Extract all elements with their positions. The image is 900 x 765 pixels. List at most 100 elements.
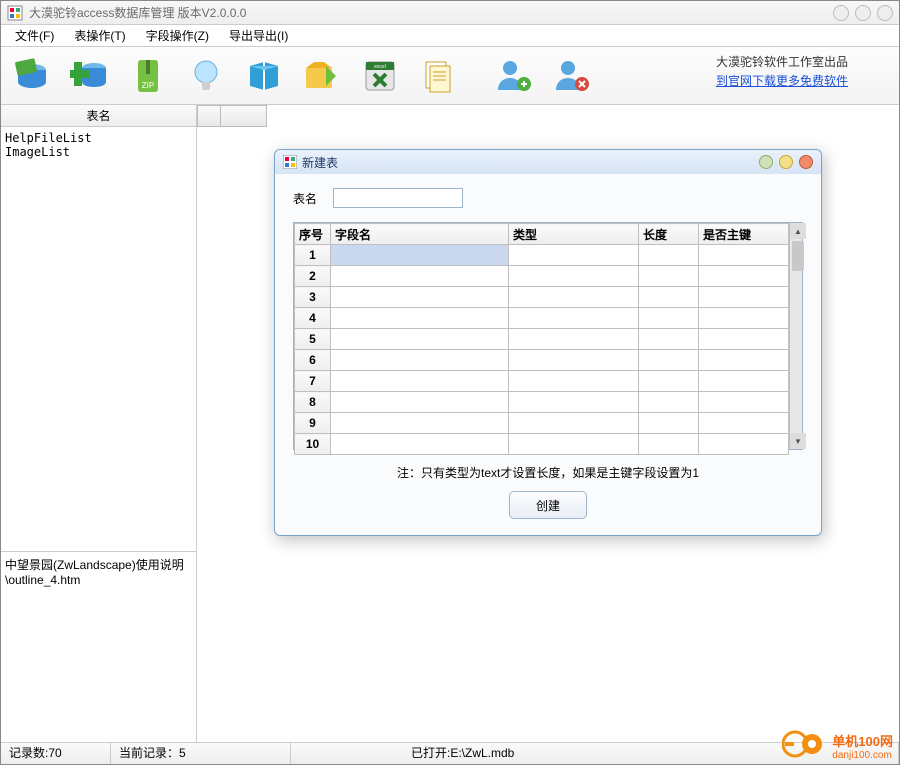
menu-table-ops[interactable]: 表操作(T) [64,25,135,46]
cell-index[interactable]: 3 [295,287,331,308]
cell-name[interactable] [331,371,509,392]
cell-pk[interactable] [699,329,789,350]
grid-row[interactable]: 3 [295,287,789,308]
toolbar-excel-icon[interactable]: excel [357,53,403,99]
promo-link[interactable]: 到官网下载更多免费软件 [716,74,848,88]
cell-length[interactable] [639,245,699,266]
cell-index[interactable]: 2 [295,266,331,287]
toolbar-zip-icon[interactable]: ZIP [125,53,171,99]
table-list[interactable]: HelpFileList ImageList [1,127,196,552]
toolbar-folder-export-icon[interactable] [299,53,345,99]
toolbar-book-icon[interactable] [241,53,287,99]
cell-length[interactable] [639,434,699,455]
cell-type[interactable] [509,287,639,308]
cell-pk[interactable] [699,434,789,455]
scroll-thumb[interactable] [792,241,804,271]
cell-pk[interactable] [699,392,789,413]
grid-scrollbar[interactable]: ▲ ▼ [789,223,802,449]
cell-length[interactable] [639,287,699,308]
cell-index[interactable]: 5 [295,329,331,350]
cell-length[interactable] [639,308,699,329]
grid-row[interactable]: 1 [295,245,789,266]
cell-length[interactable] [639,350,699,371]
cell-pk[interactable] [699,245,789,266]
cell-index[interactable]: 6 [295,350,331,371]
cell-index[interactable]: 7 [295,371,331,392]
table-name-input[interactable] [333,188,463,208]
window-maximize-button[interactable] [855,5,871,21]
cell-length[interactable] [639,413,699,434]
grid-row[interactable]: 2 [295,266,789,287]
cell-index[interactable]: 9 [295,413,331,434]
cell-pk[interactable] [699,350,789,371]
create-button[interactable]: 创建 [509,491,587,519]
watermark-line1: 单机100网 [832,731,893,750]
menu-export[interactable]: 导出导出(I) [219,25,298,46]
cell-pk[interactable] [699,413,789,434]
window-close-button[interactable] [877,5,893,21]
col-type[interactable]: 类型 [509,224,639,245]
cell-index[interactable]: 1 [295,245,331,266]
dialog-close-button[interactable] [799,155,813,169]
dialog-titlebar[interactable]: 新建表 [275,150,821,174]
cell-type[interactable] [509,413,639,434]
cell-type[interactable] [509,329,639,350]
cell-name[interactable] [331,287,509,308]
cell-index[interactable]: 10 [295,434,331,455]
col-length[interactable]: 长度 [639,224,699,245]
grid-row[interactable]: 7 [295,371,789,392]
cell-type[interactable] [509,392,639,413]
toolbar-open-db-icon[interactable] [9,53,55,99]
grid-row[interactable]: 4 [295,308,789,329]
cell-type[interactable] [509,371,639,392]
scroll-up-icon[interactable]: ▲ [790,223,806,239]
cell-length[interactable] [639,329,699,350]
grid-row[interactable]: 6 [295,350,789,371]
toolbar-add-db-icon[interactable] [67,53,113,99]
grid-row[interactable]: 9 [295,413,789,434]
cell-name[interactable] [331,350,509,371]
col-name[interactable]: 字段名 [331,224,509,245]
cell-name[interactable] [331,392,509,413]
cell-type[interactable] [509,266,639,287]
menu-field-ops[interactable]: 字段操作(Z) [136,25,219,46]
toolbar-documents-icon[interactable] [415,53,461,99]
toolbar-add-user-icon[interactable] [491,53,537,99]
cell-name[interactable] [331,434,509,455]
cell-type[interactable] [509,245,639,266]
cell-pk[interactable] [699,371,789,392]
cell-name[interactable] [331,308,509,329]
col-index[interactable]: 序号 [295,224,331,245]
window-minimize-button[interactable] [833,5,849,21]
cell-name[interactable] [331,413,509,434]
cell-index[interactable]: 4 [295,308,331,329]
cell-length[interactable] [639,392,699,413]
cell-name[interactable] [331,266,509,287]
scroll-down-icon[interactable]: ▼ [790,433,806,449]
dialog-maximize-button[interactable] [779,155,793,169]
cell-pk[interactable] [699,266,789,287]
dialog-minimize-button[interactable] [759,155,773,169]
cell-pk[interactable] [699,308,789,329]
cell-name[interactable] [331,245,509,266]
window-title: 大漠驼铃access数据库管理 版本V2.0.0.0 [29,4,246,21]
toolbar-lightbulb-icon[interactable] [183,53,229,99]
fields-grid[interactable]: 序号 字段名 类型 长度 是否主键 12345678910 [294,223,789,455]
grid-row[interactable]: 8 [295,392,789,413]
grid-row[interactable]: 10 [295,434,789,455]
table-name-row: 表名 [293,188,803,208]
cell-type[interactable] [509,308,639,329]
watermark-line2: danji100.com [832,750,893,761]
cell-length[interactable] [639,371,699,392]
grid-row[interactable]: 5 [295,329,789,350]
cell-type[interactable] [509,350,639,371]
cell-name[interactable] [331,329,509,350]
cell-type[interactable] [509,434,639,455]
cell-index[interactable]: 8 [295,392,331,413]
dialog-app-icon [283,155,297,169]
cell-pk[interactable] [699,287,789,308]
cell-length[interactable] [639,266,699,287]
col-pk[interactable]: 是否主键 [699,224,789,245]
menu-file[interactable]: 文件(F) [5,25,64,46]
toolbar-remove-user-icon[interactable] [549,53,595,99]
